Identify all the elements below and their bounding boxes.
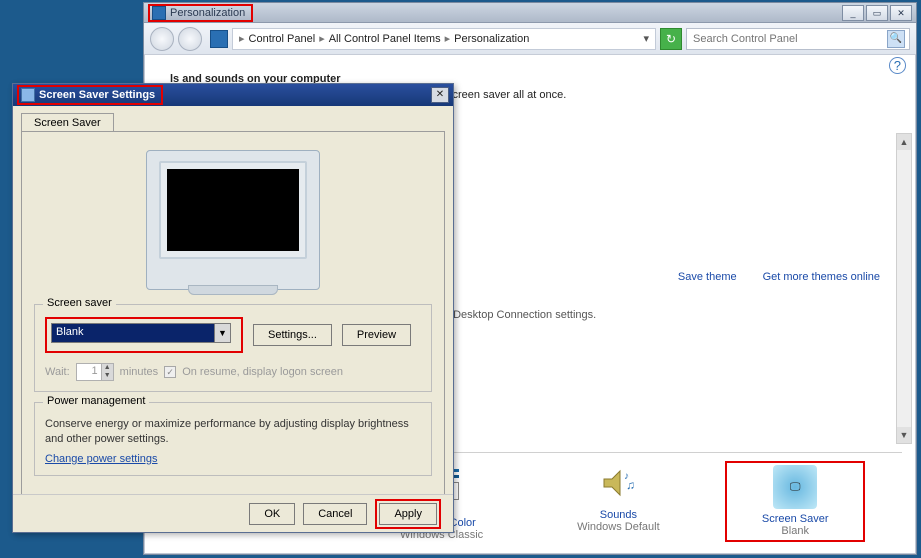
dialog-title-highlight: Screen Saver Settings bbox=[17, 85, 163, 105]
search-icon[interactable]: 🔍 bbox=[887, 30, 905, 48]
title-highlight: Personalization bbox=[148, 4, 253, 22]
screen-saver-group: Screen saver Blank ▼ Settings... Preview… bbox=[34, 304, 432, 392]
chevron-down-icon[interactable]: ▼ bbox=[215, 323, 231, 343]
sounds-sub: Windows Default bbox=[548, 521, 688, 533]
dialog-close-button[interactable]: ✕ bbox=[431, 87, 449, 103]
dialog-icon bbox=[21, 88, 35, 102]
screen-saver-title: Screen Saver bbox=[731, 513, 859, 525]
sounds-item[interactable]: ♪♫ Sounds Windows Default bbox=[548, 461, 688, 542]
crumb-2[interactable]: All Control Panel Items bbox=[329, 33, 441, 45]
refresh-button[interactable]: ↻ bbox=[660, 28, 682, 50]
wait-value: 1 bbox=[77, 364, 101, 380]
crumb-3[interactable]: Personalization bbox=[454, 33, 529, 45]
ok-button[interactable]: OK bbox=[249, 503, 295, 525]
forward-button[interactable] bbox=[178, 27, 202, 51]
combo-value: Blank bbox=[51, 323, 215, 343]
resume-label: On resume, display logon screen bbox=[182, 366, 343, 378]
wait-spinner[interactable]: 1 ▲ ▼ bbox=[76, 363, 114, 381]
location-icon bbox=[210, 30, 228, 48]
more-themes-link[interactable]: Get more themes online bbox=[763, 271, 880, 283]
settings-button[interactable]: Settings... bbox=[253, 324, 332, 346]
help-icon[interactable]: ? bbox=[889, 57, 906, 74]
search-box[interactable]: 🔍 bbox=[686, 28, 910, 50]
wait-unit: minutes bbox=[120, 366, 159, 378]
dialog-titlebar[interactable]: Screen Saver Settings ✕ bbox=[13, 84, 453, 106]
save-theme-link[interactable]: Save theme bbox=[678, 271, 737, 283]
apply-button[interactable]: Apply bbox=[379, 503, 437, 525]
sounds-title: Sounds bbox=[548, 509, 688, 521]
apply-highlight: Apply bbox=[375, 499, 441, 529]
titlebar[interactable]: Personalization _ ▭ ✕ bbox=[144, 3, 916, 23]
close-button[interactable]: ✕ bbox=[890, 5, 912, 21]
combo-highlight: Blank ▼ bbox=[45, 317, 243, 353]
spin-up-icon[interactable]: ▲ bbox=[101, 364, 113, 372]
resume-checkbox[interactable]: ✓ bbox=[164, 366, 176, 378]
maximize-button[interactable]: ▭ bbox=[866, 5, 888, 21]
back-button[interactable] bbox=[150, 27, 174, 51]
sounds-icon: ♪♫ bbox=[596, 461, 640, 505]
preview-screen bbox=[167, 169, 299, 251]
window-title: Personalization bbox=[170, 7, 245, 19]
wait-row: Wait: 1 ▲ ▼ minutes ✓ On resume, display… bbox=[45, 363, 421, 381]
power-legend: Power management bbox=[43, 395, 149, 407]
scroll-up-icon[interactable]: ▲ bbox=[897, 134, 911, 150]
power-text: Conserve energy or maximize performance … bbox=[45, 417, 421, 447]
preview-button[interactable]: Preview bbox=[342, 324, 411, 346]
svg-text:♫: ♫ bbox=[626, 478, 635, 492]
power-group: Power management Conserve energy or maxi… bbox=[34, 402, 432, 476]
dialog-title: Screen Saver Settings bbox=[39, 89, 155, 101]
app-icon bbox=[152, 6, 166, 20]
cancel-button[interactable]: Cancel bbox=[303, 503, 367, 525]
screen-saver-sub: Blank bbox=[731, 525, 859, 537]
nav-toolbar: ▸ Control Panel ▸ All Control Panel Item… bbox=[144, 23, 916, 55]
change-power-link[interactable]: Change power settings bbox=[45, 453, 158, 465]
vertical-scrollbar[interactable]: ▲ ▼ bbox=[896, 133, 912, 444]
preview-monitor bbox=[146, 150, 320, 290]
wait-label: Wait: bbox=[45, 366, 70, 378]
screen-saver-item[interactable]: 🖵 Screen Saver Blank bbox=[725, 461, 865, 542]
dialog-body: Screen saver Blank ▼ Settings... Preview… bbox=[21, 131, 445, 507]
screen-saver-icon: 🖵 bbox=[773, 465, 817, 509]
breadcrumb[interactable]: ▸ Control Panel ▸ All Control Panel Item… bbox=[232, 28, 656, 50]
spin-down-icon[interactable]: ▼ bbox=[101, 372, 113, 380]
minimize-button[interactable]: _ bbox=[842, 5, 864, 21]
search-input[interactable] bbox=[691, 32, 883, 46]
screen-saver-combo[interactable]: Blank ▼ bbox=[51, 323, 231, 343]
tab-screen-saver[interactable]: Screen Saver bbox=[21, 113, 114, 132]
dialog-footer: OK Cancel Apply bbox=[13, 494, 453, 532]
screen-saver-dialog: Screen Saver Settings ✕ Screen Saver Scr… bbox=[12, 83, 454, 533]
scroll-down-icon[interactable]: ▼ bbox=[897, 427, 911, 443]
screen-saver-legend: Screen saver bbox=[43, 297, 116, 309]
crumb-1[interactable]: Control Panel bbox=[249, 33, 316, 45]
window-controls: _ ▭ ✕ bbox=[842, 5, 912, 21]
